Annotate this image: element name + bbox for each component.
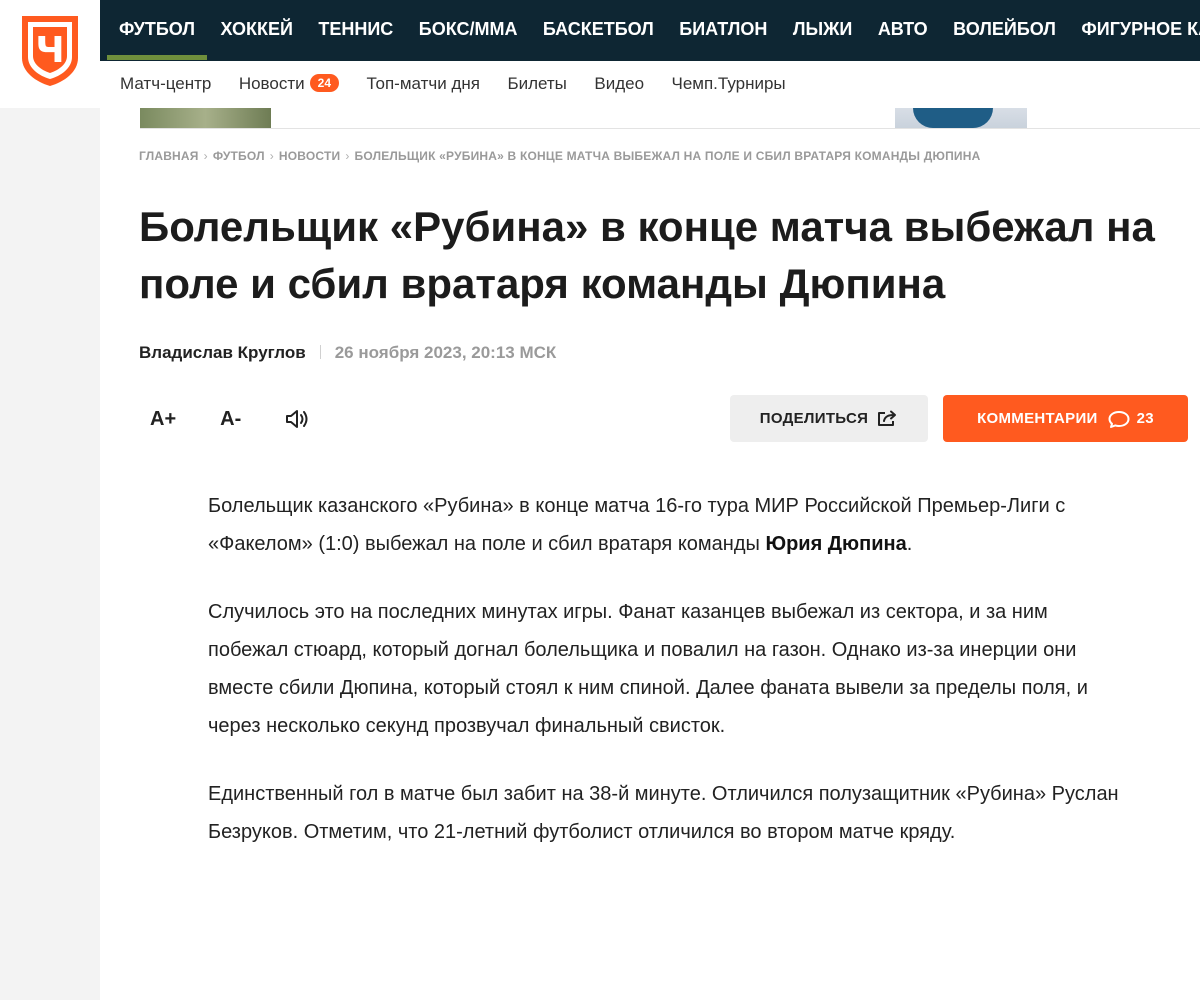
- nav-item-basketball[interactable]: БАСКЕТБОЛ: [543, 0, 654, 58]
- subnav-item-news-label: Новости: [238, 74, 305, 93]
- font-increase-button[interactable]: A+: [150, 404, 176, 434]
- section-subnav: Матч-центр Новости 24 Топ-матчи дня Билет…: [100, 61, 1200, 108]
- paragraph-text: Болельщик казанского «Рубина» в конце ма…: [208, 495, 1066, 555]
- subnav-item-match-center[interactable]: Матч-центр: [120, 61, 211, 107]
- share-icon: [878, 410, 897, 426]
- nav-item-skiing[interactable]: ЛЫЖИ: [793, 0, 852, 58]
- left-rail: [0, 108, 100, 1000]
- nav-item-auto[interactable]: АВТО: [878, 0, 928, 58]
- ad-image-right[interactable]: [895, 108, 1027, 128]
- author-link[interactable]: Владислав Круглов: [139, 343, 306, 362]
- comments-button-label: КОММЕНТАРИИ: [977, 410, 1098, 427]
- breadcrumb-current: БОЛЕЛЬЩИК «РУБИНА» В КОНЦЕ МАТЧА ВЫБЕЖАЛ…: [354, 149, 981, 163]
- nav-item-football[interactable]: ФУТБОЛ: [107, 0, 207, 60]
- nav-item-tennis[interactable]: ТЕННИС: [318, 0, 393, 58]
- divider: [140, 128, 1200, 129]
- subnav-item-champ-tournaments[interactable]: Чемп.Турниры: [671, 61, 785, 107]
- comments-button[interactable]: КОММЕНТАРИИ 23: [943, 395, 1188, 442]
- article-paragraph: Болельщик казанского «Рубина» в конце ма…: [208, 487, 1128, 563]
- nav-item-boxing-mma[interactable]: БОКС/ММА: [419, 0, 518, 58]
- subnav-item-video[interactable]: Видео: [594, 61, 644, 107]
- article-paragraph: Единственный гол в матче был забит на 38…: [208, 783, 1119, 843]
- sports-nav: ФУТБОЛ ХОККЕЙ ТЕННИС БОКС/ММА БАСКЕТБОЛ …: [100, 0, 1200, 61]
- player-name-bold: Юрия Дюпина: [765, 533, 907, 555]
- chevron-right-icon: ›: [345, 149, 350, 163]
- meta-divider: [319, 345, 321, 359]
- news-count-badge: 24: [309, 74, 339, 92]
- article-paragraph: Случилось это на последних минутах игры.…: [208, 601, 1088, 737]
- article-body: Болельщик казанского «Рубина» в конце ма…: [208, 487, 1128, 881]
- subnav-item-news[interactable]: Новости 24: [239, 61, 339, 107]
- breadcrumb-news[interactable]: НОВОСТИ: [279, 149, 340, 163]
- article-meta: Владислав Круглов 26 ноября 2023, 20:13 М…: [139, 343, 556, 363]
- nav-item-figure-skating[interactable]: ФИГУРНОЕ КАТАНИЕ: [1081, 0, 1200, 58]
- nav-item-volleyball[interactable]: ВОЛЕЙБОЛ: [953, 0, 1056, 58]
- breadcrumb: ГЛАВНАЯ › ФУТБОЛ › НОВОСТИ › БОЛЕЛЬЩИК «РУБИНА…: [139, 149, 981, 163]
- chevron-right-icon: ›: [203, 149, 208, 163]
- site-logo[interactable]: Ч: [0, 0, 100, 108]
- nav-item-hockey[interactable]: ХОККЕЙ: [220, 0, 292, 58]
- paragraph-end: .: [906, 533, 913, 555]
- ad-banner-strip[interactable]: [140, 108, 1200, 128]
- nav-item-biathlon[interactable]: БИАТЛОН: [679, 0, 767, 58]
- comments-count: 23: [1136, 410, 1154, 427]
- chevron-right-icon: ›: [269, 149, 274, 163]
- logo-shield-icon: Ч: [22, 16, 78, 86]
- listen-button[interactable]: [285, 408, 311, 430]
- logo-letter: Ч: [35, 30, 64, 71]
- share-button[interactable]: ПОДЕЛИТЬСЯ: [730, 395, 928, 442]
- reading-tools: A+ A-: [150, 404, 355, 434]
- share-button-label: ПОДЕЛИТЬСЯ: [759, 410, 869, 427]
- breadcrumb-football[interactable]: ФУТБОЛ: [213, 149, 265, 163]
- subnav-item-top-matches[interactable]: Топ-матчи дня: [366, 61, 480, 107]
- publish-date: 26 ноября 2023, 20:13 МСК: [334, 343, 557, 362]
- breadcrumb-home[interactable]: ГЛАВНАЯ: [139, 149, 199, 163]
- comment-bubble-icon: [1108, 410, 1130, 428]
- ad-image-left[interactable]: [140, 108, 271, 128]
- font-decrease-button[interactable]: A-: [220, 404, 241, 434]
- speaker-icon: [286, 410, 308, 428]
- subnav-item-tickets[interactable]: Билеты: [507, 61, 566, 107]
- article-title: Болельщик «Рубина» в конце матча выбежал…: [139, 203, 1155, 307]
